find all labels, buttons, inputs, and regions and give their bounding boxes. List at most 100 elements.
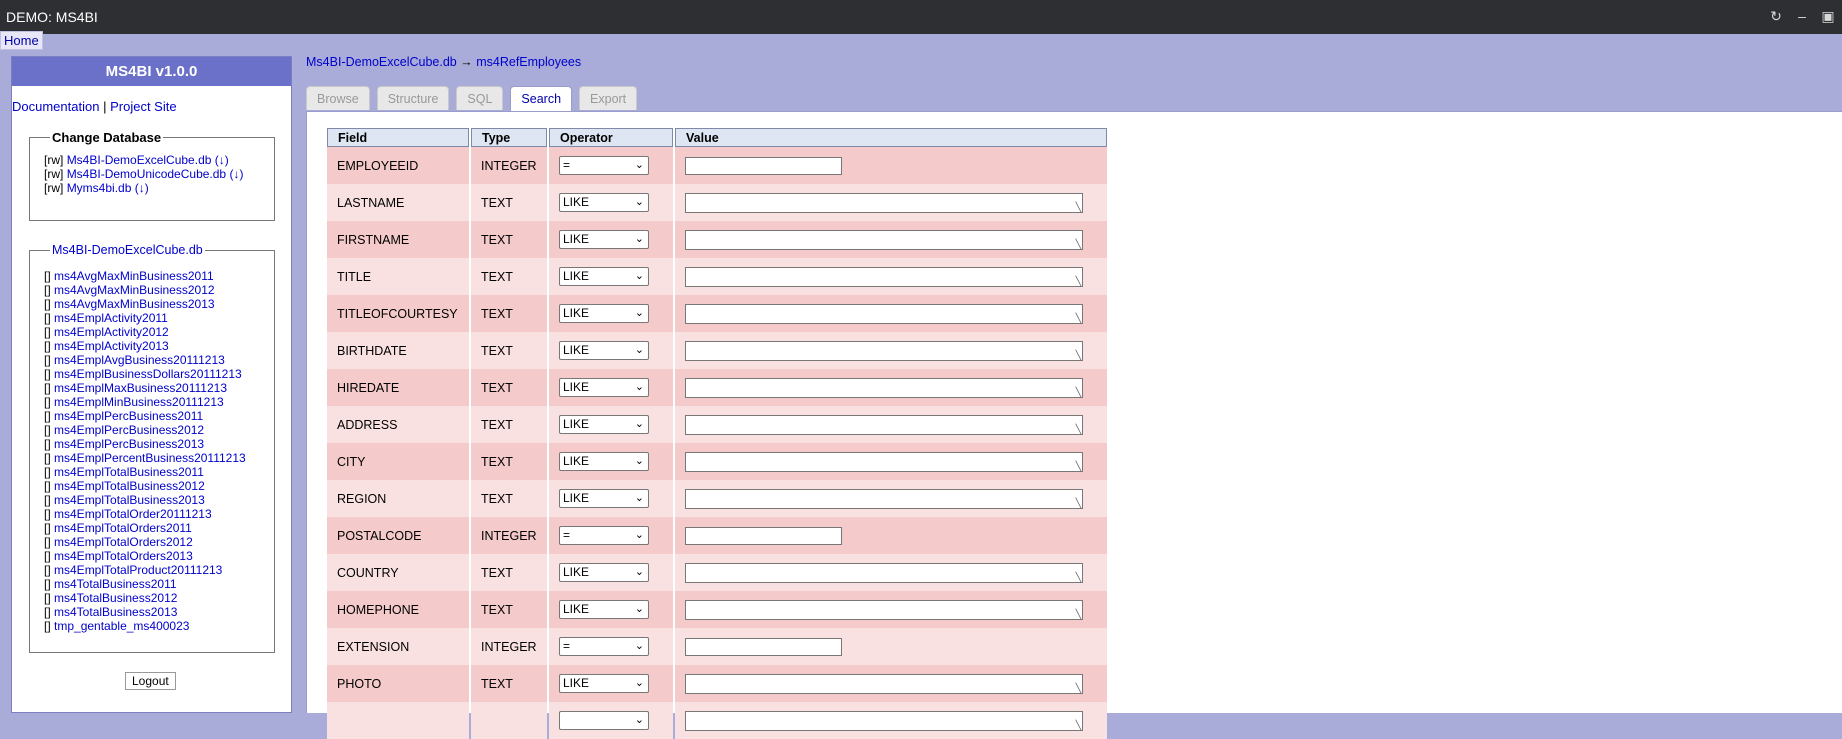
table-link[interactable]: ms4EmplMinBusiness20111213 bbox=[54, 395, 224, 409]
value-textarea[interactable]: ╲ bbox=[685, 488, 1083, 509]
operator-select[interactable]: LIKE ⌄ bbox=[559, 674, 649, 693]
operator-select[interactable]: = ⌄ bbox=[559, 156, 649, 175]
operator-select[interactable]: LIKE ⌄ bbox=[559, 304, 649, 323]
table-link[interactable]: ms4EmplPercBusiness2011 bbox=[54, 409, 203, 423]
table-link[interactable]: ms4TotalBusiness2011 bbox=[54, 577, 177, 591]
resize-grip-icon[interactable]: ╲ bbox=[1076, 313, 1081, 323]
value-textarea[interactable]: ╲ bbox=[685, 192, 1083, 213]
value-textarea[interactable]: ╲ bbox=[685, 414, 1083, 435]
operator-select[interactable]: ⌄ bbox=[559, 711, 649, 730]
table-link[interactable]: ms4EmplPercBusiness2012 bbox=[54, 423, 204, 437]
operator-select[interactable]: = ⌄ bbox=[559, 526, 649, 545]
value-textarea[interactable]: ╲ bbox=[685, 673, 1083, 694]
value-textarea[interactable]: ╲ bbox=[685, 710, 1083, 731]
table-link[interactable]: ms4AvgMaxMinBusiness2011 bbox=[54, 269, 214, 283]
table-link[interactable]: ms4EmplActivity2011 bbox=[54, 311, 168, 325]
field-name: TITLE bbox=[327, 258, 469, 295]
resize-grip-icon[interactable]: ╲ bbox=[1076, 683, 1081, 693]
resize-grip-icon[interactable]: ╲ bbox=[1076, 202, 1081, 212]
value-textarea[interactable]: ╲ bbox=[685, 266, 1083, 287]
value-input[interactable] bbox=[685, 156, 842, 175]
resize-grip-icon[interactable]: ╲ bbox=[1076, 350, 1081, 360]
table-link[interactable]: ms4EmplActivity2012 bbox=[54, 325, 169, 339]
value-textarea[interactable]: ╲ bbox=[685, 303, 1083, 324]
table-link[interactable]: ms4EmplMaxBusiness20111213 bbox=[54, 381, 227, 395]
tab-sql[interactable]: SQL bbox=[456, 86, 504, 110]
project-site-link[interactable]: Project Site bbox=[110, 99, 176, 114]
operator-select[interactable]: LIKE ⌄ bbox=[559, 415, 649, 434]
tab-search[interactable]: Search bbox=[510, 86, 573, 112]
table-link[interactable]: ms4EmplTotalBusiness2012 bbox=[54, 479, 205, 493]
table-link[interactable]: ms4EmplPercBusiness2013 bbox=[54, 437, 204, 451]
sidebar-links: Documentation | Project Site bbox=[12, 86, 291, 114]
table-link[interactable]: ms4EmplTotalOrder20111213 bbox=[54, 507, 212, 521]
table-link[interactable]: ms4EmplTotalOrders2013 bbox=[54, 549, 193, 563]
operator-select[interactable]: LIKE ⌄ bbox=[559, 489, 649, 508]
value-input[interactable] bbox=[685, 637, 842, 656]
download-icon[interactable]: (↓) bbox=[229, 167, 243, 181]
tab-browse[interactable]: Browse bbox=[306, 86, 370, 110]
tab-export[interactable]: Export bbox=[579, 86, 638, 110]
operator-select[interactable]: = ⌄ bbox=[559, 637, 649, 656]
table-link[interactable]: ms4EmplPercentBusiness20111213 bbox=[54, 451, 246, 465]
table-link[interactable]: ms4AvgMaxMinBusiness2013 bbox=[54, 297, 215, 311]
operator-select[interactable]: LIKE ⌄ bbox=[559, 230, 649, 249]
tab-structure[interactable]: Structure bbox=[376, 86, 450, 110]
db-link[interactable]: Ms4BI-DemoUnicodeCube.db bbox=[67, 167, 226, 181]
table-link[interactable]: ms4EmplTotalBusiness2011 bbox=[54, 465, 204, 479]
maximize-icon[interactable]: ▣ bbox=[1820, 6, 1836, 26]
operator-select[interactable]: LIKE ⌄ bbox=[559, 341, 649, 360]
chevron-down-icon: ⌄ bbox=[634, 344, 644, 356]
logout-button[interactable]: Logout bbox=[125, 672, 176, 690]
table-list: [] ms4AvgMaxMinBusiness2011[] ms4AvgMaxM… bbox=[44, 269, 274, 633]
table-link[interactable]: ms4EmplAvgBusiness20111213 bbox=[54, 353, 225, 367]
download-icon[interactable]: (↓) bbox=[215, 153, 229, 167]
current-database-link[interactable]: Ms4BI-DemoExcelCube.db bbox=[52, 243, 203, 257]
resize-grip-icon[interactable]: ╲ bbox=[1076, 498, 1081, 508]
resize-grip-icon[interactable]: ╲ bbox=[1076, 572, 1081, 582]
value-textarea[interactable]: ╲ bbox=[685, 562, 1083, 583]
operator-select[interactable]: LIKE ⌄ bbox=[559, 600, 649, 619]
resize-grip-icon[interactable]: ╲ bbox=[1076, 609, 1081, 619]
breadcrumb-db-link[interactable]: Ms4BI-DemoExcelCube.db bbox=[306, 55, 457, 69]
db-link[interactable]: Myms4bi.db bbox=[67, 181, 132, 195]
table-list-item: [] ms4AvgMaxMinBusiness2013 bbox=[44, 297, 274, 311]
resize-grip-icon[interactable]: ╲ bbox=[1076, 387, 1081, 397]
value-textarea[interactable]: ╲ bbox=[685, 229, 1083, 250]
current-database-legend[interactable]: Ms4BI-DemoExcelCube.db bbox=[50, 243, 205, 257]
home-link[interactable]: Home bbox=[0, 31, 43, 50]
minimize-icon[interactable]: – bbox=[1794, 6, 1810, 26]
operator-cell: LIKE ⌄ bbox=[549, 184, 673, 221]
db-link[interactable]: Ms4BI-DemoExcelCube.db bbox=[67, 153, 212, 167]
operator-select[interactable]: LIKE ⌄ bbox=[559, 378, 649, 397]
table-link[interactable]: ms4AvgMaxMinBusiness2012 bbox=[54, 283, 215, 297]
value-input[interactable] bbox=[685, 526, 842, 545]
table-link[interactable]: ms4EmplTotalBusiness2013 bbox=[54, 493, 205, 507]
table-link[interactable]: ms4TotalBusiness2013 bbox=[54, 605, 177, 619]
value-textarea[interactable]: ╲ bbox=[685, 599, 1083, 620]
table-link[interactable]: ms4EmplActivity2013 bbox=[54, 339, 169, 353]
resize-grip-icon[interactable]: ╲ bbox=[1076, 239, 1081, 249]
table-link[interactable]: tmp_gentable_ms400023 bbox=[54, 619, 189, 633]
download-icon[interactable]: (↓) bbox=[135, 181, 149, 195]
refresh-icon[interactable]: ↻ bbox=[1768, 6, 1784, 26]
table-link[interactable]: ms4EmplTotalOrders2011 bbox=[54, 521, 192, 535]
operator-select[interactable]: LIKE ⌄ bbox=[559, 452, 649, 471]
table-link[interactable]: ms4EmplTotalOrders2012 bbox=[54, 535, 193, 549]
operator-select[interactable]: LIKE ⌄ bbox=[559, 267, 649, 286]
resize-grip-icon[interactable]: ╲ bbox=[1076, 461, 1081, 471]
value-textarea[interactable]: ╲ bbox=[685, 451, 1083, 472]
value-textarea[interactable]: ╲ bbox=[685, 377, 1083, 398]
documentation-link[interactable]: Documentation bbox=[12, 99, 99, 114]
value-textarea[interactable]: ╲ bbox=[685, 340, 1083, 361]
table-link[interactable]: ms4TotalBusiness2012 bbox=[54, 591, 177, 605]
operator-select[interactable]: LIKE ⌄ bbox=[559, 563, 649, 582]
breadcrumb-table-link[interactable]: ms4RefEmployees bbox=[476, 55, 581, 69]
operator-select[interactable]: LIKE ⌄ bbox=[559, 193, 649, 212]
resize-grip-icon[interactable]: ╲ bbox=[1076, 276, 1081, 286]
resize-grip-icon[interactable]: ╲ bbox=[1076, 720, 1081, 730]
table-link[interactable]: ms4EmplTotalProduct20111213 bbox=[54, 563, 222, 577]
table-link[interactable]: ms4EmplBusinessDollars20111213 bbox=[54, 367, 242, 381]
field-name: FIRSTNAME bbox=[327, 221, 469, 258]
resize-grip-icon[interactable]: ╲ bbox=[1076, 424, 1081, 434]
